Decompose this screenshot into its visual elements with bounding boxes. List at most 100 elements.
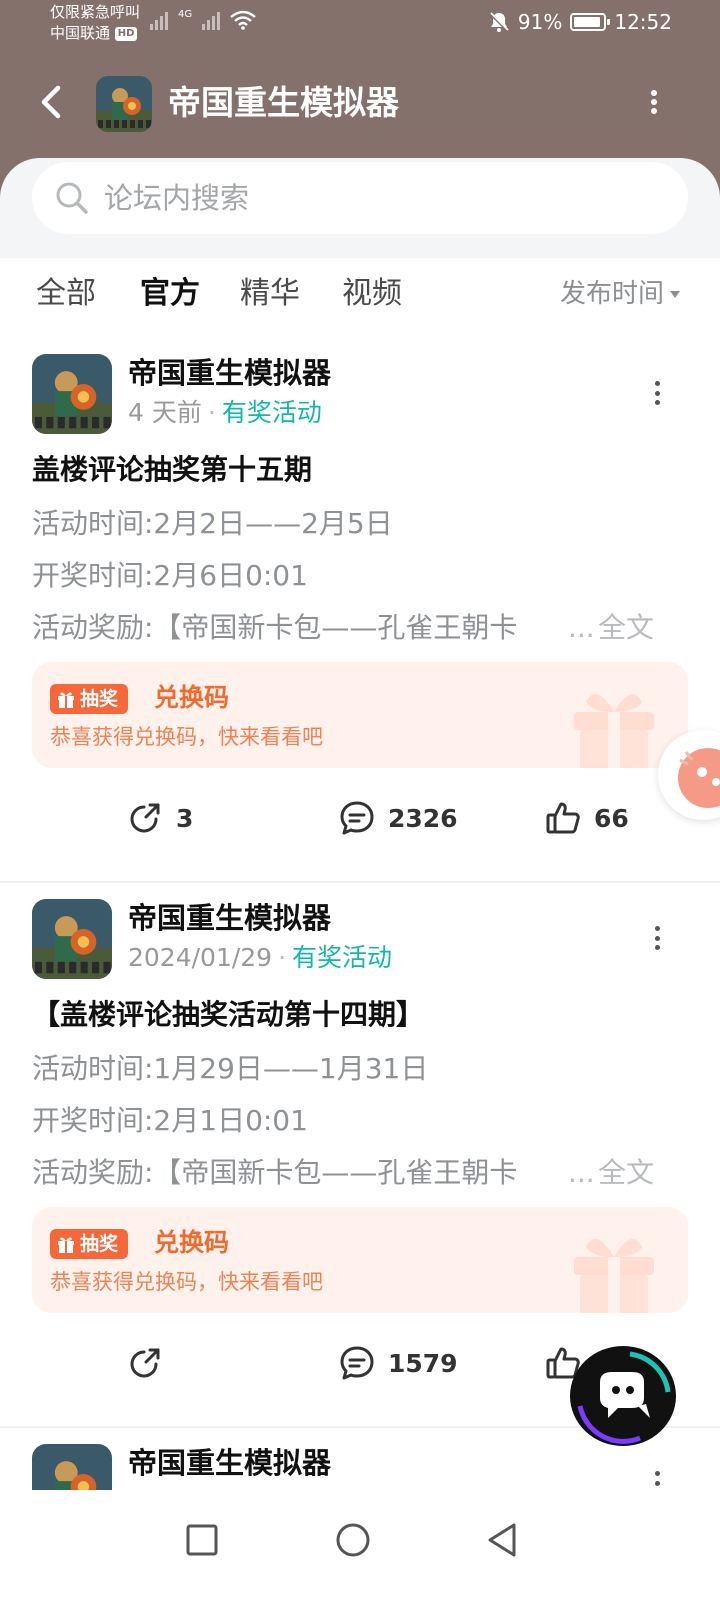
caret-down-icon — [670, 291, 680, 298]
signal-icon — [150, 12, 168, 30]
home-button[interactable] — [323, 1510, 383, 1570]
system-back-button[interactable] — [472, 1510, 532, 1570]
promo-subtitle: 恭喜获得兑换码，快来看看吧 — [50, 725, 323, 749]
carrier-line-1: 仅限紧急呼叫 — [50, 3, 141, 21]
post-body-line: 开奖时间:2月6日0:01 — [32, 559, 308, 592]
lottery-badge: 抽奖 — [50, 684, 129, 714]
post-title[interactable]: 【盖楼评论抽奖活动第十四期】 — [32, 995, 688, 1035]
battery-percent: 91% — [517, 10, 563, 34]
comment-count: 1579 — [388, 1348, 458, 1378]
post-title[interactable]: 盖楼评论抽奖第十五期 — [32, 450, 688, 490]
signal-icon-2 — [202, 12, 221, 30]
share-icon — [130, 803, 160, 833]
hd-badge: HD — [114, 26, 138, 41]
lottery-badge-label: 抽奖 — [80, 1233, 119, 1255]
tab-official[interactable]: 官方 — [140, 274, 200, 314]
title-bar: 帝国重生模拟器 — [0, 70, 720, 136]
lottery-badge-label: 抽奖 — [80, 688, 119, 710]
like-count: 66 — [594, 803, 629, 833]
post-time: 4 天前 — [128, 398, 202, 427]
carrier-name: 中国联通 — [50, 24, 111, 42]
post-actions: 3 2326 66 — [0, 780, 720, 860]
clock: 12:52 — [614, 10, 672, 34]
page-title: 帝国重生模拟器 — [168, 83, 399, 122]
share-count: 3 — [176, 803, 194, 833]
search-box[interactable] — [32, 162, 688, 234]
post-time: 2024/01/29 — [128, 943, 273, 972]
full-text-link[interactable]: 全文 — [598, 608, 654, 648]
back-button[interactable] — [32, 82, 72, 122]
more-vertical-icon — [654, 1471, 660, 1476]
author-name[interactable]: 帝国重生模拟器 — [128, 354, 331, 392]
sort-dropdown[interactable]: 发布时间 — [560, 276, 680, 312]
comment-icon — [340, 1346, 374, 1380]
post-meta: 4 天前 · 有奖活动 — [128, 396, 322, 430]
battery-icon — [570, 13, 611, 31]
status-right: 91% 12:52 — [488, 10, 672, 34]
post-ellipsis: ... — [568, 611, 595, 644]
post-tag[interactable]: 有奖活动 — [292, 943, 392, 972]
comment-button[interactable]: 1579 — [338, 1341, 458, 1385]
system-nav-bar — [0, 1490, 720, 1600]
filter-tabs: 全部 官方 精华 视频 发布时间 — [0, 258, 720, 338]
author-name[interactable]: 帝国重生模拟器 — [128, 899, 331, 937]
tab-featured[interactable]: 精华 — [240, 274, 300, 314]
post-body-line: 活动时间:1月29日——1月31日 — [32, 1052, 429, 1085]
promo-title: 兑换码 — [154, 683, 230, 712]
gift-icon — [58, 1237, 74, 1253]
chevron-left-icon — [41, 85, 61, 119]
post-body-line: 开奖时间:2月1日0:01 — [32, 1104, 308, 1137]
search-input[interactable] — [104, 162, 664, 234]
floating-chat-button[interactable] — [570, 1346, 676, 1446]
share-button[interactable] — [126, 1341, 176, 1385]
promo-subtitle: 恭喜获得兑换码，快来看看吧 — [50, 1270, 323, 1294]
comment-icon — [340, 801, 374, 835]
comment-button[interactable]: 2326 — [338, 796, 458, 840]
post-body-line: 活动奖励:【帝国新卡包——孔雀王朝卡 — [32, 1156, 518, 1189]
gift-icon — [58, 692, 74, 708]
post-tag[interactable]: 有奖活动 — [222, 398, 322, 427]
tab-all[interactable]: 全部 — [36, 274, 96, 314]
signal-indicators: 4G — [150, 10, 256, 30]
chat-bubble-icon — [576, 1349, 671, 1444]
author-avatar[interactable] — [32, 354, 112, 434]
post-body-line: 活动奖励:【帝国新卡包——孔雀王朝卡 — [32, 611, 518, 644]
post-meta: 2024/01/29 · 有奖活动 — [128, 941, 392, 975]
share-button[interactable]: 3 — [126, 796, 193, 840]
triangle-back-icon — [488, 1523, 516, 1557]
more-vertical-icon — [654, 926, 660, 931]
meta-separator: · — [207, 398, 216, 427]
lottery-promo-card[interactable]: 抽奖 兑换码 恭喜获得兑换码，快来看看吧 — [32, 1207, 688, 1313]
author-name[interactable]: 帝国重生模拟器 — [128, 1444, 331, 1482]
comment-count: 2326 — [388, 803, 458, 833]
promo-title: 兑换码 — [154, 1228, 230, 1257]
lottery-badge: 抽奖 — [50, 1229, 129, 1259]
post-more-button[interactable] — [650, 923, 664, 953]
tab-video[interactable]: 视频 — [342, 274, 402, 314]
post-card[interactable]: 帝国重生模拟器 2024/01/29 · 有奖活动 【盖楼评论抽奖活动第十四期】 活… — [0, 883, 720, 1426]
circle-icon — [336, 1523, 370, 1557]
meta-separator: · — [278, 943, 287, 972]
square-icon — [186, 1524, 218, 1556]
game-icon — [96, 76, 152, 132]
like-button[interactable]: 66 — [544, 796, 629, 840]
status-bar: 仅限紧急呼叫 中国联通 HD 4G 91% 12:52 — [0, 0, 720, 50]
wifi-icon — [230, 10, 256, 30]
author-avatar[interactable] — [32, 899, 112, 979]
search-panel — [0, 158, 720, 258]
recent-apps-button[interactable] — [172, 1510, 232, 1570]
post-card[interactable]: 帝国重生模拟器 4 天前 · 有奖活动 盖楼评论抽奖第十五期 活动时间:2月2日——… — [0, 338, 720, 881]
post-body-line: 活动时间:2月2日——2月5日 — [32, 507, 393, 540]
network-type: 4G — [178, 9, 193, 20]
thumbs-up-icon — [546, 802, 580, 834]
full-text-link[interactable]: 全文 — [598, 1153, 654, 1193]
share-icon — [130, 1348, 160, 1378]
more-options-button[interactable] — [644, 86, 664, 118]
gift-decoration-icon — [574, 1239, 654, 1313]
gift-decoration-icon — [574, 694, 654, 768]
mute-bell-icon — [488, 11, 509, 33]
sort-label: 发布时间 — [559, 279, 664, 309]
lottery-promo-card[interactable]: 抽奖 兑换码 恭喜获得兑换码，快来看看吧 — [32, 662, 688, 768]
search-icon — [56, 182, 88, 214]
post-more-button[interactable] — [650, 378, 664, 408]
